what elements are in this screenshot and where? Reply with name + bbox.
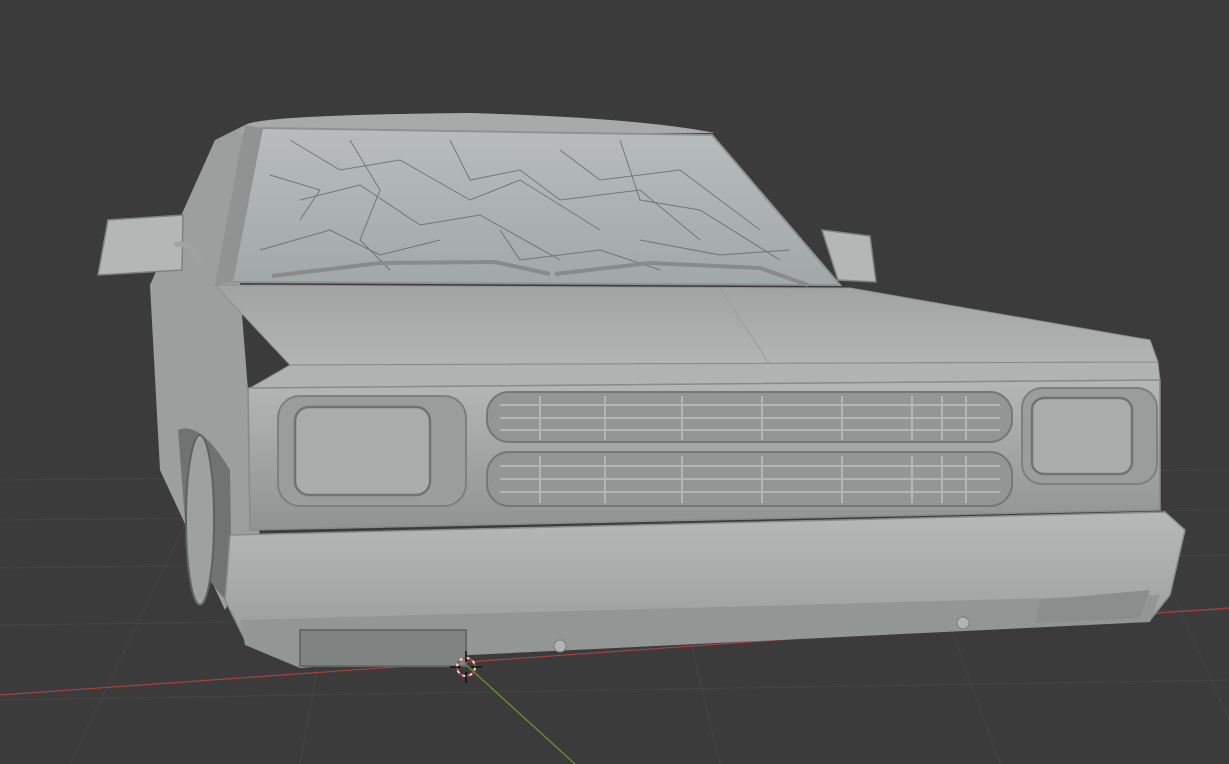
truck-model[interactable] <box>97 113 1186 668</box>
license-plate-recess <box>299 629 467 667</box>
windshield <box>230 126 843 287</box>
wheel <box>185 434 215 606</box>
headlight-right[interactable] <box>1030 396 1134 476</box>
tow-hook-right <box>956 616 970 630</box>
headlight-left[interactable] <box>293 405 432 497</box>
hood <box>213 284 1159 366</box>
mirror-left <box>97 214 184 276</box>
tow-hook-left <box>553 639 567 653</box>
viewport-canvas[interactable] <box>0 0 1229 764</box>
3d-viewport[interactable] <box>0 0 1229 764</box>
